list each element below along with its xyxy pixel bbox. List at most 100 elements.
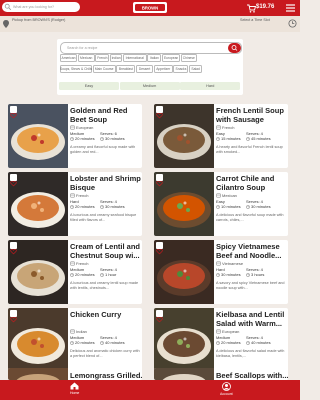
recipe-meta: Hard Serves: 4 30 minutes 3 hours — [216, 267, 286, 277]
recipe-cuisine: Mexican — [216, 193, 237, 198]
cart-icon[interactable] — [246, 3, 256, 13]
home-icon — [70, 382, 79, 390]
favorite-button[interactable] — [10, 106, 17, 119]
recipe-card[interactable]: Golden and Red Beet Soup European Medium… — [8, 104, 142, 168]
prep-time-icon — [216, 272, 220, 277]
recipe-cuisine: Vietnamese — [216, 261, 243, 266]
filter-chip[interactable]: Soups, Stews & Chilis — [60, 64, 92, 73]
recipe-cuisine-label: French — [76, 261, 89, 266]
cuisine-icon — [70, 329, 75, 334]
difficulty-chip[interactable]: Easy — [59, 82, 119, 90]
nav-home[interactable]: Home — [70, 382, 79, 395]
cart-total[interactable]: $19.76 — [256, 4, 274, 10]
recipe-photo — [8, 368, 68, 380]
prep-time-icon — [70, 136, 74, 141]
recipe-photo — [154, 172, 214, 236]
filter-chip[interactable]: French — [95, 54, 110, 62]
recipe-total-time: 40 minutes — [251, 340, 271, 345]
recipe-card[interactable]: Kielbasa and Lentil Salad with Warm... E… — [154, 308, 288, 372]
global-search-input[interactable]: What are you looking for? — [2, 2, 80, 12]
clock-icon[interactable] — [288, 19, 297, 28]
cuisine-icon — [70, 261, 75, 266]
filter-chip[interactable]: Appetizer — [153, 64, 173, 73]
heart-icon — [156, 248, 163, 255]
filter-chip[interactable]: European — [162, 54, 181, 62]
difficulty-row: Easy Medium Hard — [59, 82, 241, 90]
cuisine-chip-row: American Mexican French Indian International… — [60, 54, 246, 63]
recipe-title: Lemongrass Grilled... — [70, 371, 142, 380]
menu-icon[interactable] — [285, 3, 296, 13]
favorite-button[interactable] — [156, 242, 163, 255]
favorite-button[interactable] — [10, 310, 17, 323]
filter-chip[interactable]: Main Course — [92, 64, 116, 73]
recipe-prep-time: 20 minutes — [221, 340, 241, 345]
filter-chip[interactable]: Mexican — [77, 54, 95, 62]
filter-chip[interactable]: Chinese — [180, 54, 197, 62]
account-icon — [221, 382, 231, 391]
prep-time-icon — [216, 136, 220, 141]
cuisine-icon — [216, 125, 221, 130]
favorite-button[interactable] — [10, 174, 17, 187]
recipe-card[interactable]: Cream of Lentil and Chestnut Soup wi... … — [8, 240, 142, 304]
recipe-card[interactable]: Carrot Chile and Cilantro Soup Mexican E… — [154, 172, 288, 236]
recipe-cuisine: French — [216, 125, 234, 130]
filter-chip[interactable]: Italian — [147, 54, 162, 62]
difficulty-chip[interactable]: Hard — [180, 82, 241, 90]
recipe-cuisine-label: Indian — [76, 329, 87, 334]
nav-home-label: Home — [70, 391, 80, 395]
pickup-location[interactable]: Pickup from BROWN'S (Rodger) — [12, 18, 65, 23]
time-slot-link[interactable]: Select a Time Slot — [240, 18, 270, 23]
recipe-cuisine-label: Vietnamese — [222, 261, 244, 266]
recipe-card-partial[interactable]: Lemongrass Grilled... — [8, 368, 142, 380]
difficulty-chip[interactable]: Medium — [119, 82, 180, 90]
filter-chip[interactable]: Breakfast — [116, 64, 136, 73]
favorite-button[interactable] — [10, 242, 17, 255]
recipe-search-button[interactable] — [228, 43, 241, 53]
filter-chip[interactable]: Snacks — [173, 64, 189, 73]
recipe-prep-time: 10 minutes — [221, 204, 241, 209]
nav-account[interactable]: Account — [220, 382, 233, 396]
top-bar: What are you looking for? BROWN $19.76 — [0, 0, 300, 16]
favorite-button[interactable] — [156, 106, 163, 119]
total-time-icon — [246, 340, 250, 345]
recipe-prep-time: 15 minutes — [221, 136, 241, 141]
global-search-placeholder: What are you looking for? — [13, 5, 54, 9]
recipe-cuisine-label: French — [76, 193, 89, 198]
recipe-title: Golden and Red Beet Soup — [70, 106, 128, 124]
recipe-description: A creamy and flavorful soup made with go… — [70, 145, 136, 154]
search-icon — [4, 3, 12, 11]
recipe-card[interactable]: Spicy Vietnamese Beef and Noodle... Viet… — [154, 240, 288, 304]
recipe-total-time: 3 hours — [251, 272, 265, 277]
cuisine-icon — [216, 261, 221, 266]
store-logo[interactable]: BROWN — [132, 1, 168, 14]
favorite-button[interactable] — [156, 174, 163, 187]
recipe-cuisine: European — [216, 329, 239, 334]
recipe-description: A delicious and flavorful soup made with… — [216, 213, 284, 222]
recipe-card[interactable]: French Lentil Soup with Sausage French E… — [154, 104, 288, 168]
filter-chip[interactable]: International — [122, 54, 147, 62]
filter-chip[interactable]: Dessert — [136, 64, 154, 73]
recipe-description: Delicious and aromatic chicken curry wit… — [70, 349, 140, 358]
recipe-title: Lobster and Shrimp Bisque — [70, 174, 141, 192]
recipe-card-partial[interactable]: Beef Scallops with... — [154, 368, 288, 380]
recipe-prep-time: 20 minutes — [75, 340, 95, 345]
recipe-title: French Lentil Soup with Sausage — [216, 106, 284, 124]
recipe-search-placeholder: Search for a recipe — [67, 45, 98, 50]
prep-time-icon — [70, 340, 74, 345]
recipe-card[interactable]: Lobster and Shrimp Bisque French Hard Se… — [8, 172, 142, 236]
recipe-card[interactable]: Chicken Curry Indian Medium Serves: 4 20… — [8, 308, 142, 372]
filter-chip[interactable]: Indian — [110, 54, 123, 62]
recipe-meta: Medium Serves: 4 20 minutes 40 minutes — [70, 335, 140, 345]
total-time-icon — [100, 136, 104, 141]
cuisine-icon — [70, 193, 75, 198]
recipe-search-input[interactable]: Search for a recipe — [60, 42, 242, 54]
recipe-prep-time: 20 minutes — [75, 272, 95, 277]
recipe-description: A hearty and flavorful French lentil sou… — [216, 145, 283, 154]
favorite-button[interactable] — [156, 310, 163, 323]
recipe-prep-time: 20 minutes — [75, 136, 95, 141]
recipe-cuisine: French — [70, 193, 88, 198]
recipe-meta: Medium Serves: 6 20 minutes 30 minutes — [70, 131, 140, 141]
filter-chip[interactable]: American — [60, 54, 77, 62]
heart-icon — [156, 180, 163, 187]
filter-chip[interactable]: Salad — [189, 64, 203, 73]
